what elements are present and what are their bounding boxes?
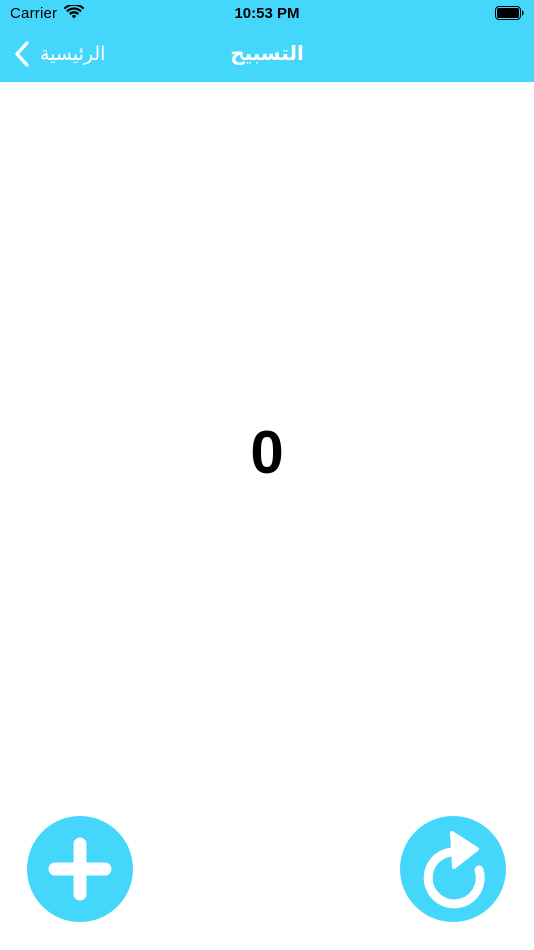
top-bar: Carrier 10:53 PM الرئيسية التسبيح (0, 0, 534, 82)
tasbih-counter: 0 (250, 419, 284, 486)
reset-button[interactable] (400, 816, 506, 922)
status-bar: Carrier 10:53 PM (0, 0, 534, 28)
status-time: 10:53 PM (234, 5, 300, 22)
navigation-bar: الرئيسية التسبيح (0, 28, 534, 82)
plus-icon (48, 837, 112, 901)
increment-button[interactable] (27, 816, 133, 922)
page-title: التسبيح (230, 41, 304, 65)
tasbih-screen: Carrier 10:53 PM الرئيسية التسبيح 0 (0, 0, 534, 950)
reset-arrow-icon (423, 831, 485, 909)
battery-icon (495, 6, 524, 20)
